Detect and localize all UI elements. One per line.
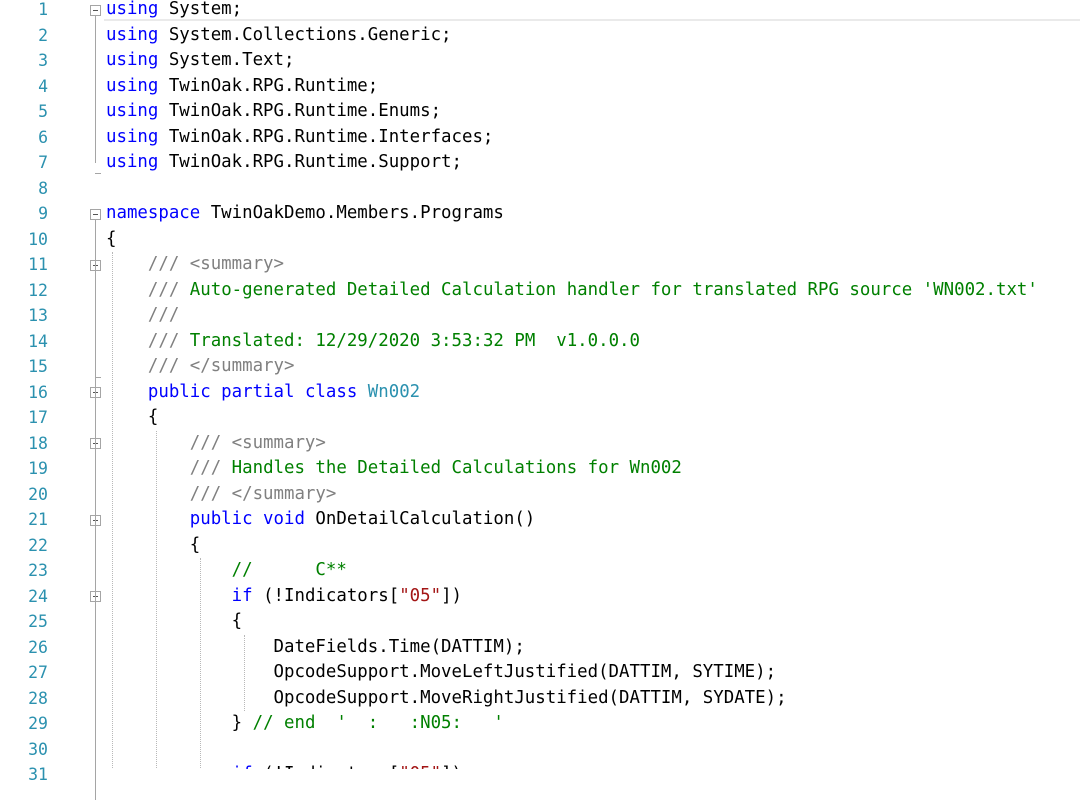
code-line[interactable]: { — [106, 533, 200, 559]
code-token: /// </summary> — [147, 356, 295, 376]
code-line[interactable]: OpcodeSupport.MoveRightJustified(DATTIM,… — [106, 686, 787, 712]
code-token: System.Text; — [158, 50, 295, 70]
code-line[interactable]: /// Translated: 12/29/2020 3:53:32 PM v1… — [106, 329, 640, 355]
code-line[interactable]: if (!Indicators["05"]) — [106, 762, 462, 769]
code-token: TwinOak.RPG.Runtime.Enums; — [158, 101, 442, 121]
code-line[interactable]: public partial class Wn002 — [106, 380, 420, 406]
code-token: { — [106, 611, 243, 631]
code-line[interactable]: using TwinOak.RPG.Runtime.Support; — [106, 150, 462, 176]
code-line[interactable]: /// <summary> — [106, 431, 326, 457]
code-token: } — [106, 713, 253, 733]
code-line[interactable]: using TwinOak.RPG.Runtime; — [106, 74, 378, 100]
code-line[interactable]: if (!Indicators["05"]) — [106, 584, 462, 610]
code-token: System.Collections.Generic; — [158, 24, 452, 45]
code-line[interactable]: /// — [106, 303, 179, 329]
indent-guide — [200, 558, 201, 769]
code-line[interactable]: /// Handles the Detailed Calculations fo… — [106, 456, 682, 482]
code-token: Translated: 12/29/2020 3:53:32 PM v1.0.0… — [189, 330, 640, 351]
code-line[interactable]: /// Auto-generated Detailed Calculation … — [106, 278, 1038, 304]
code-token: /// <summary> — [147, 254, 285, 274]
code-token: (!Indicators[ — [252, 585, 400, 606]
code-token: using — [106, 126, 159, 147]
code-token: if — [231, 585, 253, 606]
code-token: { — [106, 228, 117, 249]
code-line[interactable]: using System.Text; — [106, 48, 294, 74]
code-token: public partial class — [147, 381, 358, 402]
code-token: { — [106, 407, 159, 427]
code-token: DateFields.Time(DATTIM); — [106, 636, 525, 657]
code-token: Auto-generated Detailed Calculation hand… — [189, 279, 1038, 300]
code-token: TwinOak.RPG.Runtime.Support; — [158, 152, 462, 172]
code-line[interactable]: /// <summary> — [106, 252, 284, 278]
code-token: using — [106, 24, 159, 45]
code-token: /// — [147, 305, 180, 325]
code-line[interactable]: DateFields.Time(DATTIM); — [106, 635, 525, 661]
code-token: OpcodeSupport.MoveRightJustified(DATTIM,… — [106, 687, 787, 708]
indent-guide — [112, 252, 113, 769]
code-token: ]) — [441, 764, 462, 769]
code-editor[interactable]: 1 2 3 4 5 6 7 8 9 10 11 12 13 14 15 16 17 18 19 20 21 22 23 24 2… — [0, 0, 1080, 800]
code-token: "05" — [399, 764, 441, 769]
code-token: public void — [189, 509, 305, 529]
code-token: Wn002 — [367, 381, 421, 402]
code-token: OnDetailCalculation() — [304, 509, 536, 529]
code-line[interactable]: // C** — [106, 558, 347, 584]
indent-guide — [156, 430, 157, 769]
code-line[interactable]: using System; — [106, 0, 242, 23]
code-token: // C** — [231, 560, 347, 580]
indent-guide — [244, 634, 245, 711]
code-token: using — [106, 0, 159, 19]
code-token: using — [106, 50, 159, 70]
code-token: if — [232, 764, 253, 769]
code-line[interactable]: /// </summary> — [106, 482, 337, 508]
code-token: /// — [147, 330, 190, 351]
code-line[interactable]: public void OnDetailCalculation() — [106, 507, 536, 533]
code-token: /// — [189, 458, 232, 478]
code-token: /// </summary> — [189, 483, 337, 504]
code-text-area[interactable]: using System; using System.Collections.Ge… — [0, 0, 1080, 769]
code-token: System; — [158, 0, 243, 19]
code-token: "05" — [399, 585, 442, 606]
code-token: { — [106, 534, 201, 555]
code-line[interactable]: OpcodeSupport.MoveLeftJustified(DATTIM, … — [106, 660, 777, 686]
code-token: using — [106, 101, 159, 121]
code-token: ]) — [441, 585, 463, 606]
code-line[interactable]: { — [106, 227, 116, 253]
code-token: TwinOak.RPG.Runtime; — [158, 75, 379, 96]
code-token: using — [106, 152, 159, 172]
code-token: TwinOak.RPG.Runtime.Interfaces; — [158, 126, 494, 147]
code-line[interactable]: using TwinOak.RPG.Runtime.Enums; — [106, 99, 441, 125]
code-token: namespace — [106, 203, 201, 223]
code-token: (!Indicators[ — [253, 764, 399, 769]
code-token: /// <summary> — [189, 432, 326, 453]
code-line[interactable]: } // end ' : :N05: ' — [106, 711, 504, 737]
code-token: Handles the Detailed Calculations for Wn… — [231, 458, 682, 478]
code-line[interactable]: { — [106, 405, 158, 431]
code-line[interactable]: using TwinOak.RPG.Runtime.Interfaces; — [106, 125, 493, 151]
code-token: using — [106, 75, 159, 96]
code-line[interactable]: { — [106, 609, 243, 635]
code-token: // end ' : :N05: ' — [252, 713, 504, 733]
code-line[interactable]: using System.Collections.Generic; — [106, 23, 452, 49]
code-token: OpcodeSupport.MoveLeftJustified(DATTIM, … — [106, 662, 777, 682]
code-token: /// — [147, 279, 190, 300]
code-line[interactable]: /// </summary> — [106, 354, 295, 380]
code-line[interactable]: namespace TwinOakDemo.Members.Programs — [106, 201, 504, 227]
code-token: TwinOakDemo.Members.Programs — [200, 203, 504, 223]
